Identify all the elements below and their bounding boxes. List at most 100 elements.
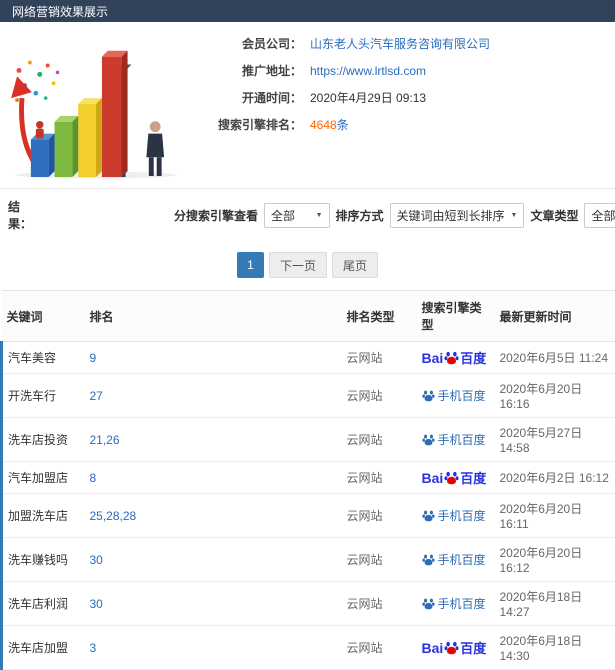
rank-count-label: 搜索引擎排名：: [190, 116, 302, 133]
baidu-paw-icon: [444, 640, 459, 655]
last-page-button[interactable]: 尾页: [332, 252, 378, 278]
update-time-cell: 2020年6月20日 16:16: [495, 374, 615, 418]
keyword-rank-table: 关键词 排名 排名类型 搜索引擎类型 最新更新时间 汽车美容9云网站Bai百度2…: [0, 290, 615, 670]
mobile-baidu-logo: 手机百度: [422, 507, 486, 524]
engine-cell: Bai百度: [417, 462, 495, 494]
table-body: 汽车美容9云网站Bai百度2020年6月5日 11:24开洗车行27云网站手机百…: [2, 342, 615, 670]
company-link[interactable]: 山东老人头汽车服务咨询有限公司: [310, 35, 490, 52]
rank-type-cell: 云网站: [342, 342, 417, 374]
baidu-logo-cn-text: 百度: [460, 468, 486, 487]
rank-cell[interactable]: 27: [85, 374, 342, 418]
confetti-dots: [15, 61, 59, 102]
update-time-cell: 2020年6月20日 16:12: [495, 538, 615, 582]
baidu-logo: Bai百度: [422, 348, 487, 367]
update-time-cell: 2020年6月5日 11:24: [495, 342, 615, 374]
rank-type-cell: 云网站: [342, 462, 417, 494]
keyword-cell: 洗车赚钱吗: [2, 538, 85, 582]
rank-cell[interactable]: 25,28,28: [85, 494, 342, 538]
keyword-cell: 汽车美容: [2, 342, 85, 374]
sort-filter-select[interactable]: 关键词由短到长排序 ▼: [390, 203, 525, 228]
keyword-cell: 开洗车行: [2, 374, 85, 418]
mobile-baidu-logo: 手机百度: [422, 387, 486, 404]
bars: [31, 51, 132, 177]
update-time-cell: 2020年6月20日 16:11: [495, 494, 615, 538]
rank-cell[interactable]: 9: [85, 342, 342, 374]
update-time-cell: 2020年5月27日 14:58: [495, 418, 615, 462]
rank-cell[interactable]: 21,26: [85, 418, 342, 462]
company-label: 会员公司：: [190, 35, 302, 52]
engine-filter-select[interactable]: 全部 ▼: [264, 203, 329, 228]
pagination: 1 下一页 尾页: [0, 241, 615, 290]
mobile-baidu-label: 手机百度: [438, 551, 486, 568]
rank-cell[interactable]: 8: [85, 462, 342, 494]
member-info-section: 会员公司： 山东老人头汽车服务咨询有限公司 推广地址： https://www.…: [0, 22, 615, 189]
open-time-label: 开通时间：: [190, 89, 302, 106]
filter-controls: 分搜索引擎查看 全部 ▼ 排序方式 关键词由短到长排序 ▼ 文章类型 全部 ▼ …: [174, 202, 615, 228]
page-current[interactable]: 1: [237, 252, 264, 278]
rank-type-cell: 云网站: [342, 582, 417, 626]
mobile-baidu-logo: 手机百度: [422, 551, 486, 568]
article-type-filter-select[interactable]: 全部 ▼: [584, 203, 615, 228]
keyword-cell: 洗车店利润: [2, 582, 85, 626]
rank-type-cell: 云网站: [342, 626, 417, 670]
engine-filter-value: 全部: [271, 207, 295, 224]
rank-cell[interactable]: 3: [85, 626, 342, 670]
table-row: 开洗车行27云网站手机百度 2020年6月20日 16:16: [2, 374, 615, 418]
engine-cell: 手机百度: [417, 418, 495, 462]
baidu-logo-text: Bai: [422, 640, 444, 656]
bar-chart-graphic: [4, 29, 189, 179]
keyword-cell: 加盟洗车店: [2, 494, 85, 538]
col-update-time: 最新更新时间: [495, 291, 615, 342]
promo-url-link[interactable]: https://www.lrtlsd.com: [310, 64, 426, 78]
rank-count-value: 4648: [310, 118, 337, 132]
rank-cell[interactable]: 30: [85, 538, 342, 582]
article-type-filter-value: 全部: [591, 207, 615, 224]
rank-count-unit: 条: [337, 116, 349, 133]
chevron-down-icon: ▼: [316, 212, 323, 219]
keyword-cell: 汽车加盟店: [2, 462, 85, 494]
col-engine-type: 搜索引擎类型: [417, 291, 495, 342]
sort-filter-value: 关键词由短到长排序: [397, 207, 505, 224]
col-keyword: 关键词: [2, 291, 85, 342]
next-page-button[interactable]: 下一页: [269, 252, 327, 278]
table-row: 汽车美容9云网站 Bai百度 2020年6月5日 11:24: [2, 342, 615, 374]
rank-cell[interactable]: 30: [85, 582, 342, 626]
engine-cell: Bai百度: [417, 626, 495, 670]
table-row: 汽车加盟店8云网站Bai百度2020年6月2日 16:12: [2, 462, 615, 494]
table-row: 洗车赚钱吗30云网站 手机百度 2020年6月20日 16:12: [2, 538, 615, 582]
chevron-down-icon: ▼: [511, 212, 518, 219]
baidu-paw-icon: [444, 350, 459, 365]
sort-filter-label: 排序方式: [336, 207, 384, 224]
baidu-logo-cn-text: 百度: [460, 348, 486, 367]
baidu-logo: Bai百度: [422, 638, 487, 657]
info-row-company: 会员公司： 山东老人头汽车服务咨询有限公司: [190, 35, 490, 52]
col-rank: 排名: [85, 291, 342, 342]
rank-type-cell: 云网站: [342, 538, 417, 582]
filter-bar: 结果： 分搜索引擎查看 全部 ▼ 排序方式 关键词由短到长排序 ▼ 文章类型 全…: [0, 189, 615, 241]
info-row-open-time: 开通时间： 2020年4月29日 09:13: [190, 89, 490, 106]
baidu-paw-icon: [444, 470, 459, 485]
engine-filter-label: 分搜索引擎查看: [174, 207, 258, 224]
baidu-paw-icon: [422, 433, 435, 446]
info-row-promo-url: 推广地址： https://www.lrtlsd.com: [190, 62, 490, 79]
table-header-row: 关键词 排名 排名类型 搜索引擎类型 最新更新时间: [2, 291, 615, 342]
app-header: 网络营销效果展示: [0, 0, 615, 22]
baidu-paw-icon: [422, 553, 435, 566]
mobile-baidu-logo: 手机百度: [422, 595, 486, 612]
table-row: 洗车店加盟3云网站Bai百度2020年6月18日 14:30: [2, 626, 615, 670]
baidu-paw-icon: [422, 389, 435, 402]
rank-type-cell: 云网站: [342, 374, 417, 418]
small-person-figure: [36, 121, 44, 139]
article-type-filter-label: 文章类型: [530, 207, 578, 224]
engine-cell: 手机百度: [417, 538, 495, 582]
col-rank-type: 排名类型: [342, 291, 417, 342]
mobile-baidu-label: 手机百度: [438, 431, 486, 448]
baidu-logo: Bai百度: [422, 468, 487, 487]
open-time-value: 2020年4月29日 09:13: [310, 89, 426, 106]
update-time-cell: 2020年6月18日 14:27: [495, 582, 615, 626]
update-time-cell: 2020年6月18日 14:30: [495, 626, 615, 670]
promo-url-label: 推广地址：: [190, 62, 302, 79]
growth-chart-illustration: [0, 29, 190, 182]
rank-type-cell: 云网站: [342, 494, 417, 538]
engine-cell: 手机百度: [417, 494, 495, 538]
